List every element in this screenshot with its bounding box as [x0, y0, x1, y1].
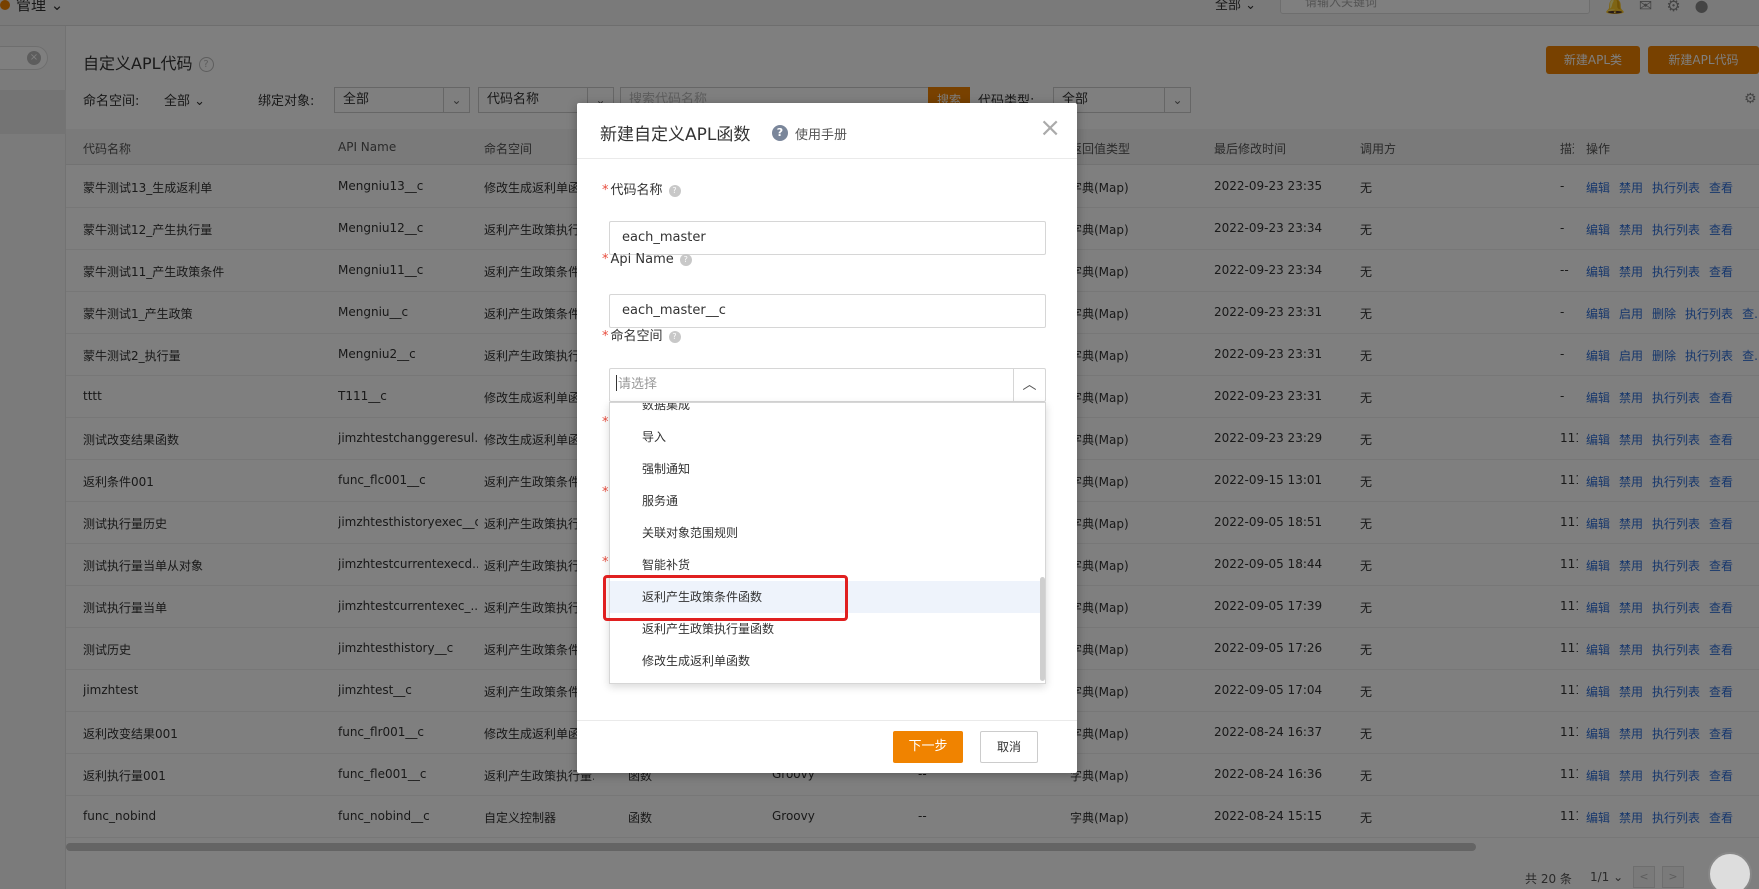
- required-mark: *: [602, 329, 609, 344]
- manual-link[interactable]: 使用手册: [795, 124, 847, 143]
- code-name-label: * 代码名称?: [602, 179, 681, 198]
- text-caret: [616, 375, 617, 391]
- namespace-select[interactable]: 请选择 ︿: [609, 368, 1046, 402]
- question-icon[interactable]: ?: [772, 125, 788, 141]
- cancel-button[interactable]: 取消: [980, 731, 1038, 763]
- code-name-input[interactable]: each_master: [609, 221, 1046, 255]
- api-name-input[interactable]: each_master__c: [609, 294, 1046, 328]
- required-mark: *: [602, 183, 609, 198]
- info-icon[interactable]: ?: [679, 254, 692, 266]
- info-icon[interactable]: ?: [668, 185, 681, 197]
- dropdown-option[interactable]: 修改生成返利单函数: [610, 645, 1042, 677]
- required-mark: *: [602, 485, 609, 500]
- new-apl-function-dialog: 新建自定义APL函数 ? 使用手册 × * 代码名称? each_master *…: [577, 103, 1077, 773]
- chevron-up-icon[interactable]: ︿: [1013, 369, 1045, 401]
- api-name-label: * Api Name?: [602, 252, 692, 267]
- dropdown-option[interactable]: 导入: [610, 421, 1042, 453]
- dialog-title: 新建自定义APL函数: [600, 125, 751, 145]
- highlight-annotation: [603, 575, 848, 621]
- info-icon[interactable]: ?: [668, 331, 681, 343]
- dropdown-option[interactable]: 服务通: [610, 485, 1042, 517]
- namespace-label: * 命名空间?: [602, 325, 681, 344]
- chat-icon[interactable]: [1708, 852, 1752, 889]
- required-mark: *: [602, 415, 609, 430]
- dropdown-scrollbar[interactable]: [1040, 577, 1045, 681]
- required-mark: *: [602, 555, 609, 570]
- required-mark: *: [602, 252, 609, 267]
- dropdown-option[interactable]: 强制通知: [610, 453, 1042, 485]
- namespace-dropdown: 数据集成 导入 强制通知 服务通 关联对象范围规则 智能补货 返利产生政策条件函数 返利产生政…: [609, 402, 1046, 684]
- dropdown-option[interactable]: 数据集成: [610, 403, 1042, 421]
- dropdown-option[interactable]: 关联对象范围规则: [610, 517, 1042, 549]
- dialog-header: 新建自定义APL函数 ? 使用手册 ×: [577, 103, 1077, 159]
- dialog-footer: 下一步 取消: [577, 720, 1077, 773]
- next-step-button[interactable]: 下一步: [893, 731, 963, 763]
- close-icon[interactable]: ×: [1039, 115, 1061, 141]
